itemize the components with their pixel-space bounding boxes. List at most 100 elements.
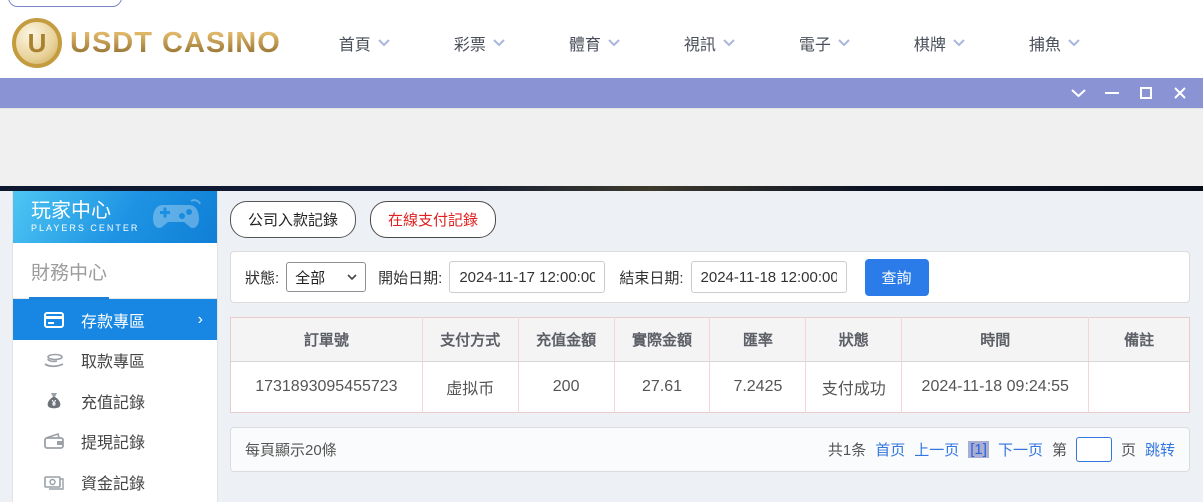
page-size-text: 每頁顯示20條 bbox=[245, 442, 337, 459]
pagination-controls: 共1条 首页 上一页 [1] 下一页 第 页 跳转 bbox=[828, 437, 1175, 462]
main-area: 玩家中心 PLAYERS CENTER 財務中心 存款專區 › 取款專區 ¥ 充… bbox=[0, 191, 1203, 502]
nav-label: 彩票 bbox=[453, 37, 486, 54]
col-remark: 備註 bbox=[1088, 317, 1190, 362]
nav-item-cards[interactable]: 棋牌 bbox=[914, 21, 965, 65]
sidebar-item-fund-records[interactable]: 資金記錄 bbox=[13, 462, 217, 502]
chevron-down-icon bbox=[1068, 39, 1080, 47]
col-time: 時間 bbox=[901, 317, 1090, 362]
table-row: 1731893095455723 虚拟币 200 27.61 7.2425 支付… bbox=[230, 361, 1190, 413]
search-button[interactable]: 查詢 bbox=[864, 258, 929, 296]
sidebar-item-withdrawal-records[interactable]: 提現記錄 bbox=[13, 421, 217, 462]
sidebar-header: 玩家中心 PLAYERS CENTER bbox=[13, 191, 217, 244]
start-date-input[interactable] bbox=[449, 261, 606, 293]
page-spacer bbox=[0, 108, 1203, 186]
end-date-input[interactable] bbox=[690, 261, 847, 293]
jump-button[interactable]: 跳转 bbox=[1145, 439, 1175, 460]
site-header: U USDT CASINO 首頁 彩票 體育 視訊 電子 棋牌 捕魚 bbox=[0, 8, 1203, 78]
brand-logo[interactable]: U USDT CASINO bbox=[12, 18, 281, 68]
status-select-value: 全部 bbox=[295, 269, 326, 287]
filter-bar: 狀態: 全部 開始日期: 結束日期: 查詢 bbox=[230, 251, 1190, 303]
record-tabs: 公司入款記錄 在線支付記錄 bbox=[230, 201, 1190, 238]
col-actual-amount: 實際金額 bbox=[614, 317, 711, 362]
window-titlebar bbox=[0, 78, 1203, 108]
jump-suffix-label: 页 bbox=[1120, 442, 1136, 459]
bank-card-icon bbox=[43, 311, 65, 328]
chevron-down-icon bbox=[493, 39, 505, 47]
current-page-indicator[interactable]: [1] bbox=[968, 441, 989, 458]
svg-text:¥: ¥ bbox=[52, 399, 57, 408]
hand-coin-icon bbox=[43, 352, 65, 368]
gamepad-icon bbox=[153, 199, 201, 229]
nav-label: 視訊 bbox=[683, 37, 716, 54]
sidebar-item-label: 取款專區 bbox=[81, 354, 146, 372]
cell-order-number: 1731893095455723 bbox=[230, 361, 423, 413]
finance-section-title: 財務中心 bbox=[13, 243, 217, 301]
cell-payment-method: 虚拟币 bbox=[422, 361, 519, 413]
nav-label: 棋牌 bbox=[913, 37, 946, 54]
nav-item-home[interactable]: 首頁 bbox=[339, 21, 390, 65]
nav-label: 體育 bbox=[568, 37, 601, 54]
sidebar-item-label: 存款專區 bbox=[81, 313, 146, 331]
chevron-right-icon: › bbox=[197, 310, 203, 328]
next-page-link[interactable]: 下一页 bbox=[998, 439, 1043, 460]
nav-label: 首頁 bbox=[338, 37, 371, 54]
col-exchange-rate: 匯率 bbox=[709, 317, 807, 362]
records-content: 公司入款記錄 在線支付記錄 狀態: 全部 開始日期: 結束日期: 查詢 訂單號 bbox=[218, 191, 1203, 502]
pagination-bar: 每頁顯示20條 共1条 首页 上一页 [1] 下一页 第 页 跳转 bbox=[230, 427, 1190, 472]
col-recharge-amount: 充值金額 bbox=[518, 317, 615, 362]
payment-records-table: 訂單號 支付方式 充值金額 實際金額 匯率 狀態 時間 備註 173189309… bbox=[230, 317, 1190, 413]
sidebar-item-withdraw-zone[interactable]: 取款專區 bbox=[13, 340, 217, 381]
logo-circle-icon: U bbox=[12, 18, 62, 68]
nav-item-lottery[interactable]: 彩票 bbox=[454, 21, 505, 65]
player-center-sidebar: 玩家中心 PLAYERS CENTER 財務中心 存款專區 › 取款專區 ¥ 充… bbox=[12, 191, 218, 502]
sidebar-item-label: 資金記錄 bbox=[81, 475, 146, 493]
col-payment-method: 支付方式 bbox=[422, 317, 519, 362]
first-page-link[interactable]: 首页 bbox=[875, 439, 905, 460]
money-bag-icon: ¥ bbox=[43, 392, 65, 410]
nav-label: 捕魚 bbox=[1028, 37, 1061, 54]
sidebar-item-deposit-zone[interactable]: 存款專區 › bbox=[13, 299, 217, 340]
sidebar-item-label: 充值記錄 bbox=[81, 394, 146, 412]
sidebar-item-label: 提現記錄 bbox=[81, 435, 146, 453]
tab-online-payment-records[interactable]: 在線支付記錄 bbox=[370, 201, 497, 238]
logo-letter: U bbox=[27, 27, 47, 58]
maximize-icon bbox=[1140, 87, 1152, 99]
main-nav: 首頁 彩票 體育 視訊 電子 棋牌 捕魚 bbox=[339, 21, 1144, 65]
chevron-down-icon bbox=[723, 39, 735, 47]
cell-remark bbox=[1089, 362, 1190, 413]
col-order-number: 訂單號 bbox=[230, 317, 423, 362]
page-jump-input[interactable] bbox=[1075, 437, 1112, 462]
close-button[interactable] bbox=[1167, 82, 1193, 104]
nav-item-sports[interactable]: 體育 bbox=[569, 21, 620, 65]
cell-status: 支付成功 bbox=[805, 361, 903, 413]
browser-tab-outline bbox=[8, 0, 122, 7]
wallet-icon bbox=[43, 433, 65, 450]
cell-recharge-amount: 200 bbox=[518, 361, 615, 413]
nav-item-slots[interactable]: 電子 bbox=[799, 21, 850, 65]
prev-page-link[interactable]: 上一页 bbox=[914, 439, 959, 460]
status-label: 狀態: bbox=[245, 269, 280, 287]
tab-company-deposit-records[interactable]: 公司入款記錄 bbox=[230, 201, 357, 238]
chevron-down-icon bbox=[347, 273, 357, 280]
brand-name: USDT CASINO bbox=[70, 26, 281, 59]
minimize-button[interactable] bbox=[1099, 82, 1125, 104]
end-date-label: 結束日期: bbox=[619, 269, 684, 287]
chevron-down-icon bbox=[608, 39, 620, 47]
nav-item-live[interactable]: 視訊 bbox=[684, 21, 735, 65]
table-header-row: 訂單號 支付方式 充值金額 實際金額 匯率 狀態 時間 備註 bbox=[230, 317, 1190, 362]
sidebar-item-recharge-records[interactable]: ¥ 充值記錄 bbox=[13, 380, 217, 421]
total-count-text: 共1条 bbox=[827, 442, 867, 459]
cell-time: 2024-11-18 09:24:55 bbox=[901, 361, 1090, 413]
jump-prefix-label: 第 bbox=[1051, 442, 1067, 459]
nav-item-fishing[interactable]: 捕魚 bbox=[1029, 21, 1080, 65]
col-status: 狀態 bbox=[805, 317, 903, 362]
nav-label: 電子 bbox=[798, 37, 831, 54]
maximize-button[interactable] bbox=[1133, 82, 1159, 104]
status-select[interactable]: 全部 bbox=[286, 262, 367, 292]
minimize-icon bbox=[1105, 92, 1119, 94]
top-strip bbox=[0, 0, 1203, 8]
start-date-label: 開始日期: bbox=[378, 269, 443, 287]
chevron-down-icon bbox=[378, 39, 390, 47]
chevron-down-icon bbox=[1070, 88, 1086, 97]
collapse-button[interactable] bbox=[1065, 82, 1091, 104]
